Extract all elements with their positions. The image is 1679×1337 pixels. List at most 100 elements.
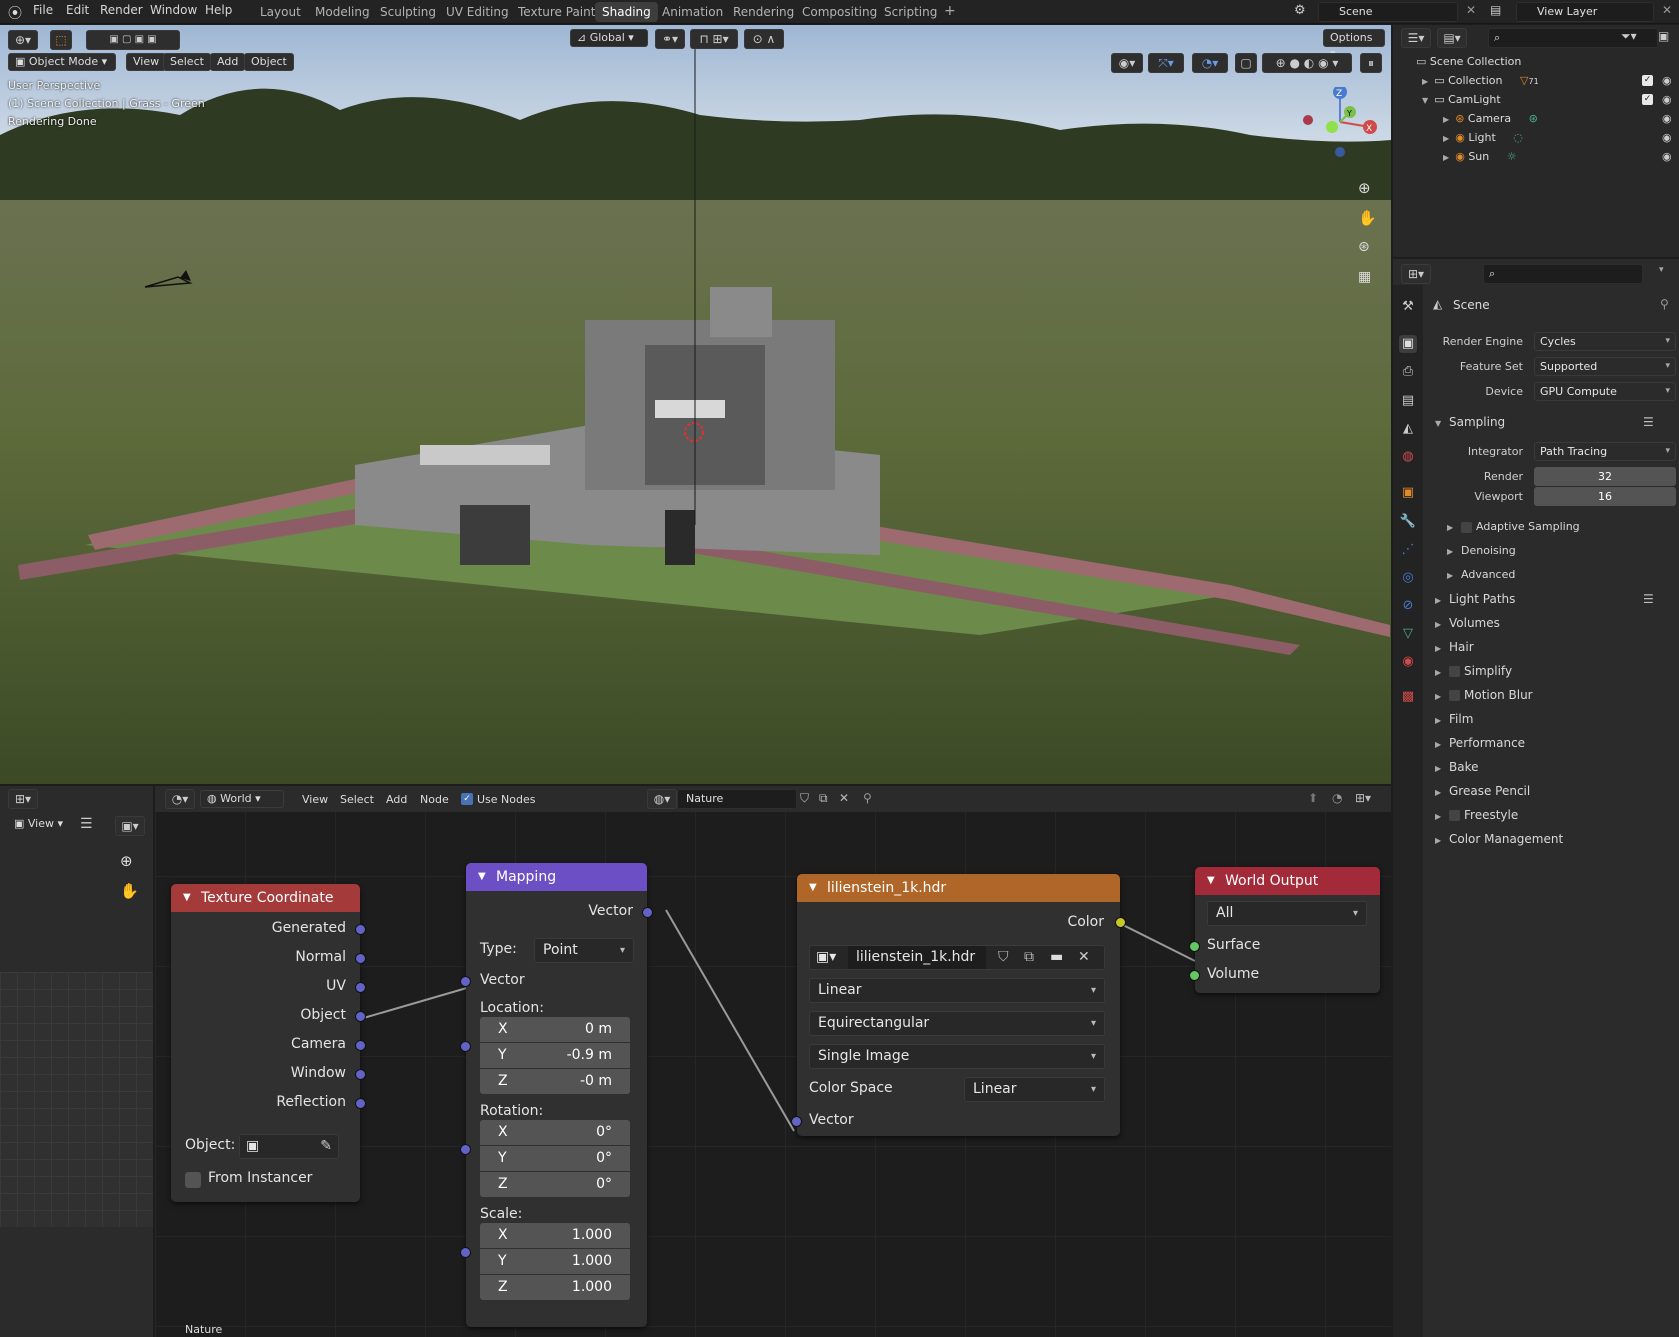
socket-window[interactable] (355, 1069, 366, 1080)
snap-node-icon[interactable]: ◔ (1332, 791, 1342, 805)
visibility-eye-icon[interactable]: ◉ (1662, 93, 1672, 106)
scene-selector[interactable]: Scene (1318, 2, 1458, 22)
socket-camera[interactable] (355, 1040, 366, 1051)
texture-coordinate-node[interactable]: ▼ Texture Coordinate Generated Normal UV … (171, 884, 366, 1202)
snap-icon[interactable]: ⊓ ⊞▾ (690, 29, 738, 49)
proportional-edit-icon[interactable]: ⊙ ∧ (744, 29, 784, 49)
from-instancer-checkbox[interactable] (185, 1172, 201, 1188)
pivot-icon[interactable]: ⚭▾ (655, 29, 685, 49)
world-tab-icon[interactable]: ◍ (1399, 448, 1417, 466)
world-output-header[interactable]: ▼ World Output (1195, 867, 1380, 895)
properties-search-input[interactable]: ⌕ (1483, 264, 1643, 284)
pin-icon[interactable]: ⚲ (1660, 297, 1669, 311)
visibility-eye-icon[interactable]: ◉ (1662, 131, 1672, 144)
physics-tab-icon[interactable]: ◎ (1399, 569, 1417, 587)
location-y-field[interactable]: Y -0.9 m (480, 1043, 630, 1068)
output-tab-icon[interactable]: ⎙ (1399, 363, 1417, 381)
view-layer-tab-icon[interactable]: ▤ (1399, 392, 1417, 410)
grease-pencil-panel[interactable]: ▶ Grease Pencil (1435, 784, 1530, 798)
location-z-field[interactable]: Z -0 m (480, 1069, 630, 1094)
envtex-header[interactable]: ▼ lilienstein_1k.hdr (797, 874, 1120, 902)
advanced-subpanel[interactable]: ▶ Advanced (1447, 568, 1515, 581)
chevron-down-icon[interactable]: ▾ (1659, 265, 1664, 275)
tab-scripting[interactable]: Scripting (877, 2, 944, 22)
interpolation-dropdown[interactable]: Linear ▾ (809, 978, 1105, 1003)
motion-blur-checkbox[interactable] (1449, 690, 1460, 701)
parent-node-icon[interactable]: ⬆ (1308, 791, 1318, 805)
tab-animation[interactable]: Animation (655, 2, 730, 22)
outliner-row-camlight[interactable]: ▼ ▭ CamLight (1422, 90, 1501, 109)
hair-panel[interactable]: ▶ Hair (1435, 640, 1474, 654)
tab-texture-paint[interactable]: Texture Paint (511, 2, 602, 22)
mapping-socket-out[interactable] (642, 907, 653, 918)
tool-tab-icon[interactable]: ⚒ (1399, 298, 1417, 316)
tab-uv-editing[interactable]: UV Editing (439, 2, 516, 22)
data-tab-icon[interactable]: ▽ (1399, 625, 1417, 643)
mapping-node[interactable]: ▼ Mapping Vector Type: Point ▾ Vector Loca… (460, 863, 653, 1327)
particles-tab-icon[interactable]: ⋰ (1399, 541, 1417, 559)
image-browse-icon[interactable]: ▣▾ (810, 946, 848, 969)
sampling-panel-header[interactable]: ▼ Sampling (1435, 415, 1505, 429)
camera-view-icon[interactable]: ⊛ (1358, 239, 1370, 255)
rotation-z-field[interactable]: Z 0° (480, 1172, 630, 1197)
color-space-dropdown[interactable]: Linear ▾ (964, 1077, 1105, 1102)
node-select-menu[interactable]: Select (340, 793, 374, 806)
freestyle-checkbox[interactable] (1449, 810, 1460, 821)
eyedropper-icon[interactable]: ✎ (320, 1135, 332, 1158)
display-mode-icon[interactable]: ▤▾ (1437, 28, 1467, 48)
shader-type-dropdown[interactable]: ◍ World ▾ (200, 790, 284, 808)
socket-uv[interactable] (355, 982, 366, 993)
properties-editor-type-icon[interactable]: ⊞▾ (1401, 264, 1431, 284)
object-picker-field[interactable]: ▣ ✎ (239, 1134, 339, 1159)
socket-generated[interactable] (355, 924, 366, 935)
render-samples-field[interactable]: 32 (1534, 467, 1676, 486)
tab-rendering[interactable]: Rendering (726, 2, 801, 22)
pin-icon[interactable]: ⚲ (863, 791, 872, 805)
viewport-3d[interactable]: ⊕▾ ⬚ ▣ ▢ ▣ ▣ ▣ Object Mode ▾ View Select… (0, 25, 1391, 784)
presets-list-icon[interactable]: ☰ (1643, 592, 1654, 606)
duplicate-icon[interactable]: ⧉ (819, 791, 828, 806)
scene-icon[interactable]: ⚙ (1294, 3, 1306, 18)
transform-orientation-dropdown[interactable]: ⊿ Global ▾ (570, 29, 648, 47)
editor-type-icon[interactable]: ⊕▾ (8, 30, 38, 50)
image-canvas-grid[interactable] (0, 972, 153, 1227)
menu-file[interactable]: File (33, 3, 53, 17)
world-output-node[interactable]: ▼ World Output All ▾ Surface Volume (1189, 867, 1380, 993)
filter-icon[interactable]: ⏷▾ (1621, 29, 1637, 44)
render-engine-dropdown[interactable]: Cycles ▾ (1534, 332, 1676, 351)
node-editor[interactable]: ◔▾ ◍ World ▾ View Select Add Node ✓ Use … (155, 786, 1391, 1337)
object-menu[interactable]: Object (244, 53, 294, 71)
duplicate-icon[interactable]: ⧉ (1024, 946, 1034, 969)
projection-dropdown[interactable]: Equirectangular ▾ (809, 1011, 1105, 1036)
ortho-grid-icon[interactable]: ▦ (1358, 269, 1371, 285)
shading-mode-icons[interactable]: ⊕ ● ◐ ◉ ▾ (1262, 53, 1352, 73)
motion-blur-panel[interactable]: ▶ Motion Blur (1435, 688, 1533, 702)
display-channels-icon[interactable]: ▣▾ (115, 816, 145, 836)
denoising-subpanel[interactable]: ▶ Denoising (1447, 544, 1516, 557)
material-tab-icon[interactable]: ◉ (1399, 653, 1417, 671)
constraints-tab-icon[interactable]: ⊘ (1399, 597, 1417, 615)
socket-normal[interactable] (355, 953, 366, 964)
tab-compositing[interactable]: Compositing (795, 2, 884, 22)
scene-tab-icon[interactable]: ◭ (1399, 420, 1417, 438)
mapping-socket-vector-in[interactable] (460, 976, 471, 987)
output-socket-volume[interactable] (1189, 970, 1200, 981)
film-panel[interactable]: ▶ Film (1435, 712, 1473, 726)
gizmo-icon[interactable]: ⤧▾ (1148, 53, 1184, 73)
outliner-editor-type-icon[interactable]: ☰▾ (1401, 28, 1431, 48)
pan-hand-icon[interactable]: ✋ (1358, 209, 1377, 227)
modifier-tab-icon[interactable]: 🔧 (1399, 513, 1417, 531)
outliner-scene-collection[interactable]: ▭ Scene Collection (1416, 52, 1521, 71)
render-tab-icon[interactable]: ▣ (1399, 335, 1417, 353)
output-socket-surface[interactable] (1189, 941, 1200, 952)
performance-panel[interactable]: ▶ Performance (1435, 736, 1525, 750)
socket-reflection[interactable] (355, 1098, 366, 1109)
camlight-checkbox[interactable]: ✓ (1642, 94, 1653, 105)
socket-object[interactable] (355, 1011, 366, 1022)
image-source-dropdown[interactable]: Single Image ▾ (809, 1044, 1105, 1069)
snap-mode-icon[interactable]: ⊞▾ (1355, 791, 1371, 805)
outliner-row-sun[interactable]: ▶ ◉ Sun ☼ (1443, 147, 1517, 166)
outliner-row-light[interactable]: ▶ ◉ Light ◌ (1443, 128, 1523, 147)
side-editor-type-icon[interactable]: ⊞▾ (8, 789, 38, 809)
close-scene-icon[interactable]: ✕ (1466, 3, 1476, 17)
